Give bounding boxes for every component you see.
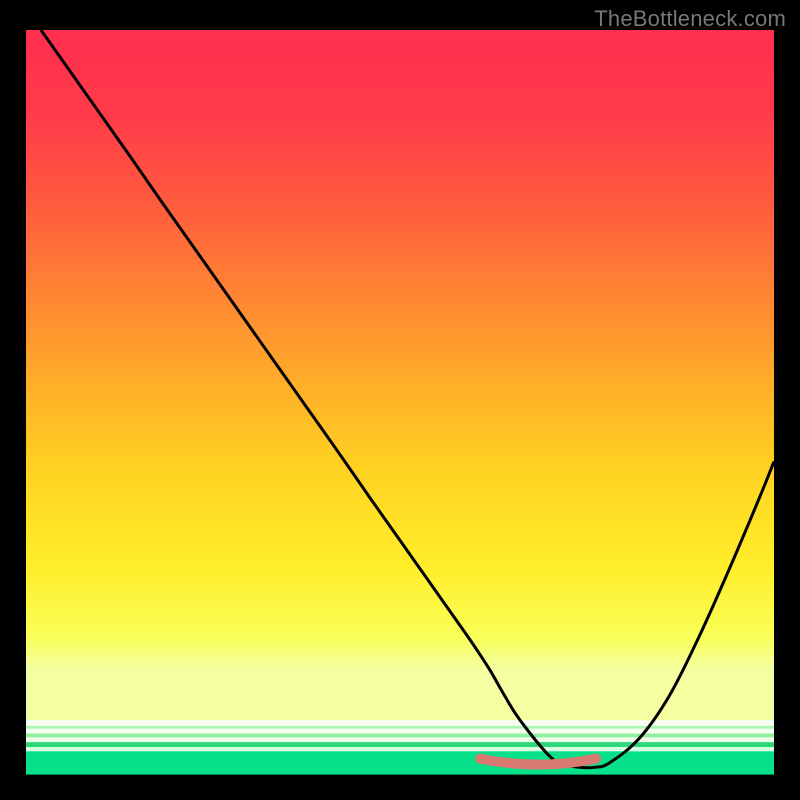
watermark-text: TheBottleneck.com	[594, 6, 786, 32]
plot-bottom-green-band	[26, 720, 774, 775]
bottleneck-plot-svg	[0, 0, 800, 800]
plot-gradient-area	[26, 30, 774, 720]
bottleneck-plot-frame: TheBottleneck.com	[0, 0, 800, 800]
